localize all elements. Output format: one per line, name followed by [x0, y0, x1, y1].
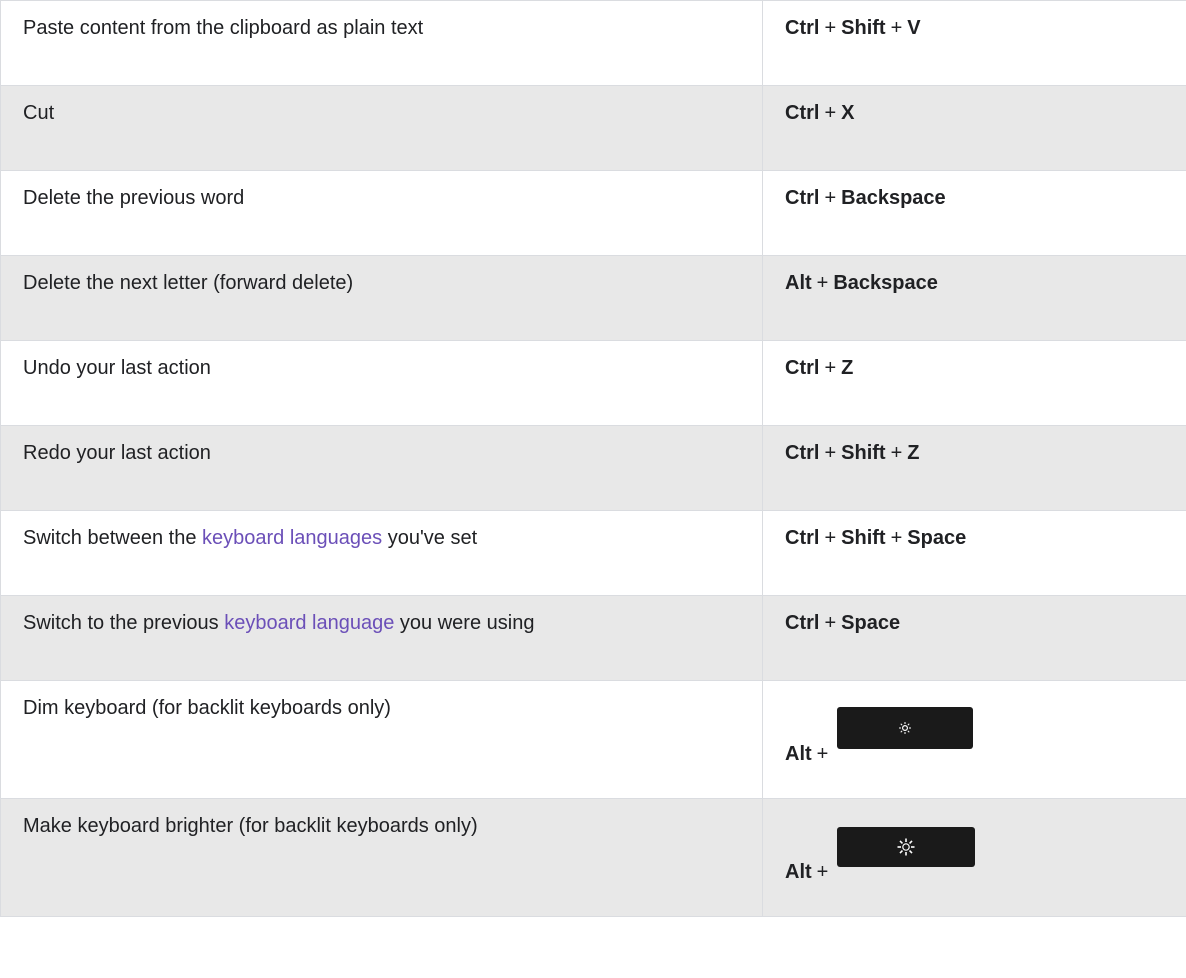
- shortcut-cell: Ctrl + Shift + V: [762, 0, 1186, 86]
- key-name: Shift: [841, 442, 886, 464]
- plus-sign: +: [890, 442, 903, 464]
- plus-sign: +: [816, 743, 829, 765]
- action-text: you've set: [382, 527, 478, 549]
- key-name: Backspace: [841, 187, 946, 209]
- action-cell: Delete the previous word: [0, 170, 763, 256]
- key-name: Ctrl: [785, 17, 820, 39]
- keyboard-language-link[interactable]: keyboard languages: [202, 527, 382, 549]
- shortcut-cell: Ctrl + Backspace: [762, 170, 1186, 256]
- shortcut-cell: Ctrl + Space: [762, 595, 1186, 681]
- key-name: Space: [907, 527, 967, 549]
- shortcuts-table-body: Paste content from the clipboard as plai…: [0, 0, 1186, 917]
- key-name: V: [907, 17, 921, 39]
- plus-sign: +: [824, 102, 837, 124]
- plus-sign: +: [816, 272, 829, 294]
- key-name: Alt: [785, 743, 812, 765]
- table-row: Undo your last action Ctrl + Z: [0, 340, 1186, 426]
- shortcuts-table: Paste content from the clipboard as plai…: [0, 0, 1186, 917]
- shortcut-cell: Alt +: [762, 680, 1186, 799]
- table-row: Dim keyboard (for backlit keyboards only…: [0, 680, 1186, 799]
- shortcut-cell: Ctrl + Shift + Z: [762, 425, 1186, 511]
- action-text: Redo your last action: [23, 442, 211, 464]
- action-text: Make keyboard brighter (for backlit keyb…: [23, 815, 478, 837]
- action-text: Cut: [23, 102, 55, 124]
- plus-sign: +: [824, 357, 837, 379]
- key-name: Z: [841, 357, 854, 379]
- table-row: Switch to the previous keyboard language…: [0, 595, 1186, 681]
- action-text: Switch to the previous: [23, 612, 225, 634]
- action-cell: Cut: [0, 85, 763, 171]
- keyboard-language-link[interactable]: keyboard language: [224, 612, 394, 634]
- plus-sign: +: [824, 527, 837, 549]
- key-name: Ctrl: [785, 612, 820, 634]
- action-cell: Delete the next letter (forward delete): [0, 255, 763, 341]
- table-row: Switch between the keyboard languages yo…: [0, 510, 1186, 596]
- table-row: Paste content from the clipboard as plai…: [0, 0, 1186, 86]
- table-row: Cut Ctrl + X: [0, 85, 1186, 171]
- key-name: Backspace: [833, 272, 938, 294]
- key-name: Shift: [841, 17, 886, 39]
- action-cell: Switch to the previous keyboard language…: [0, 595, 763, 681]
- shortcut-combo: Alt +: [785, 695, 1164, 767]
- plus-sign: +: [824, 442, 837, 464]
- key-name: Alt: [785, 272, 812, 294]
- action-cell: Paste content from the clipboard as plai…: [0, 0, 763, 86]
- action-text: Dim keyboard (for backlit keyboards only…: [23, 697, 391, 719]
- shortcut-cell: Ctrl + Z: [762, 340, 1186, 426]
- table-row: Delete the next letter (forward delete) A…: [0, 255, 1186, 341]
- action-text: Undo your last action: [23, 357, 211, 379]
- action-text: Delete the previous word: [23, 187, 245, 209]
- key-name: Ctrl: [785, 187, 820, 209]
- table-row: Delete the previous word Ctrl + Backspace: [0, 170, 1186, 256]
- shortcut-cell: Alt +: [762, 798, 1186, 917]
- table-row: Make keyboard brighter (for backlit keyb…: [0, 798, 1186, 917]
- plus-sign: +: [824, 612, 837, 634]
- key-name: Ctrl: [785, 442, 820, 464]
- table-row: Redo your last action Ctrl + Shift + Z: [0, 425, 1186, 511]
- action-text: Switch between the: [23, 527, 202, 549]
- action-cell: Redo your last action: [0, 425, 763, 511]
- action-text: you were using: [394, 612, 535, 634]
- key-name: Shift: [841, 527, 886, 549]
- plus-sign: +: [824, 187, 837, 209]
- plus-sign: +: [890, 17, 903, 39]
- key-name: Ctrl: [785, 102, 820, 124]
- action-cell: Undo your last action: [0, 340, 763, 426]
- key-name: Ctrl: [785, 357, 820, 379]
- action-cell: Dim keyboard (for backlit keyboards only…: [0, 680, 763, 799]
- brightness-up-key-icon: [837, 827, 976, 867]
- brightness-down-key-icon: [837, 707, 974, 749]
- shortcut-cell: Alt + Backspace: [762, 255, 1186, 341]
- key-name: Alt: [785, 861, 812, 883]
- action-cell: Switch between the keyboard languages yo…: [0, 510, 763, 596]
- shortcut-combo: Alt +: [785, 813, 1164, 885]
- plus-sign: +: [824, 17, 837, 39]
- shortcut-cell: Ctrl + Shift + Space: [762, 510, 1186, 596]
- shortcut-cell: Ctrl + X: [762, 85, 1186, 171]
- action-text: Delete the next letter (forward delete): [23, 272, 354, 294]
- action-cell: Make keyboard brighter (for backlit keyb…: [0, 798, 763, 917]
- key-name: X: [841, 102, 855, 124]
- key-name: Space: [841, 612, 901, 634]
- key-name: Z: [907, 442, 920, 464]
- plus-sign: +: [890, 527, 903, 549]
- key-name: Ctrl: [785, 527, 820, 549]
- action-text: Paste content from the clipboard as plai…: [23, 17, 424, 39]
- plus-sign: +: [816, 861, 829, 883]
